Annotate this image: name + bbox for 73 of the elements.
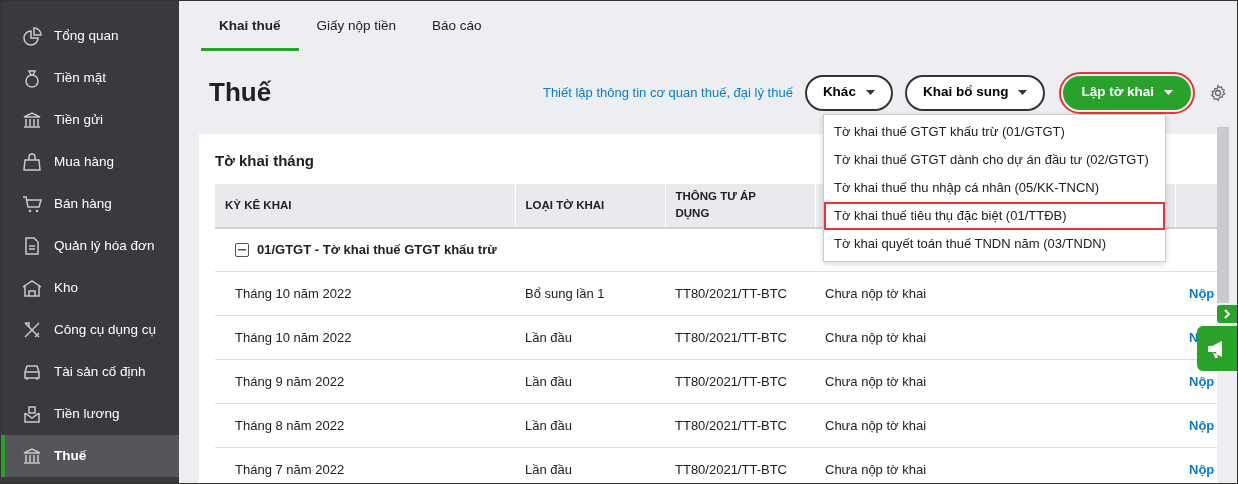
caret-icon [1164, 90, 1173, 95]
scrollbar[interactable] [1217, 127, 1229, 303]
cart-icon [22, 194, 42, 214]
submit-link[interactable]: Nộp [1189, 417, 1215, 433]
submit-link[interactable]: Nộp [1189, 285, 1215, 301]
submit-link[interactable]: Nộp [1189, 461, 1215, 477]
sidebar-item[interactable]: Tiền lương [1, 393, 179, 435]
table-cell: TT80/2021/TT-BTC [665, 315, 815, 360]
chart-icon [22, 26, 42, 46]
feedback-button[interactable] [1197, 326, 1237, 371]
money-bag-icon [22, 68, 42, 88]
group-label: 01/GTGT - Tờ khai thuế GTGT khấu trừ [257, 241, 497, 259]
card-title: Tờ khai tháng [215, 151, 314, 171]
dropdown-button[interactable]: Khác [804, 74, 893, 111]
menu-item[interactable]: Tờ khai quyết toán thuế TNDN năm (03/TNDN) [824, 230, 1165, 258]
sidebar-item[interactable]: Mua hàng [1, 141, 179, 183]
table-cell: Chưa nộp tờ khai [815, 271, 1015, 316]
settings-link[interactable]: Thiết lập thông tin cơ quan thuế, đại lý thuế [542, 82, 793, 103]
page-title: Thuế [209, 76, 272, 109]
bank-icon [22, 446, 42, 466]
table-cell: Tháng 10 năm 2022 [215, 271, 515, 316]
menu-item[interactable]: Tờ khai thuế GTGT khấu trừ (01/GTGT) [824, 118, 1165, 146]
sidebar-item[interactable]: Quản lý hóa đơn [1, 225, 179, 267]
table-cell: Tháng 10 năm 2022 [215, 315, 515, 360]
sidebar-item[interactable]: Kho [1, 267, 179, 309]
table-cell: Tháng 9 năm 2022 [215, 359, 515, 404]
menu-item[interactable]: Tờ khai thuế tiêu thụ đặc biệt (01/TTĐB) [824, 202, 1165, 230]
table-cell: Chưa nộp tờ khai [815, 403, 1015, 448]
table-cell: Tháng 7 năm 2022 [215, 447, 515, 483]
table-cell: Lần đầu [515, 447, 665, 483]
submit-link[interactable]: Nộp [1189, 373, 1215, 389]
table-cell: TT80/2021/TT-BTC [665, 447, 815, 483]
table-cell: TT80/2021/TT-BTC [665, 359, 815, 404]
sidebar-item[interactable]: Tài sản cố định [1, 351, 179, 393]
expand-tab[interactable] [1217, 305, 1237, 323]
table-cell: Lần đầu [515, 403, 665, 448]
column-header: KỲ KÊ KHAI [215, 184, 515, 228]
tab[interactable]: Báo cáo [414, 1, 500, 51]
table-cell: Tháng 8 năm 2022 [215, 403, 515, 448]
tab[interactable]: Giấy nộp tiền [298, 1, 415, 51]
caret-icon [865, 90, 875, 95]
column-header: LOẠI TỜ KHAI [515, 184, 665, 228]
table-cell: Chưa nộp tờ khai [815, 447, 1015, 483]
sidebar-item[interactable]: Bán hàng [1, 183, 179, 225]
document-icon [22, 236, 42, 256]
payroll-icon [22, 404, 42, 424]
car-icon [22, 362, 42, 382]
menu-item[interactable]: Tờ khai thuế thu nhập cá nhân (05/KK-TNCN) [824, 174, 1165, 202]
tools-icon [22, 320, 42, 340]
table-cell: TT80/2021/TT-BTC [665, 271, 815, 316]
table-cell: Bổ sung lần 1 [515, 271, 665, 316]
table-cell: Chưa nộp tờ khai [815, 315, 1015, 360]
sidebar-item[interactable]: Thuế [1, 435, 179, 477]
column-header: THÔNG TƯ ÁP DỤNG [665, 184, 815, 228]
sidebar-item[interactable]: Tiền gửi [1, 99, 179, 141]
bank-icon [22, 110, 42, 130]
dropdown-button[interactable]: Khai bổ sung [904, 74, 1046, 111]
collapse-toggle[interactable] [235, 242, 249, 257]
tab[interactable]: Khai thuế [201, 1, 299, 51]
sidebar-item[interactable]: Tiền mặt [1, 57, 179, 99]
table-cell: Lần đầu [515, 359, 665, 404]
shopping-bag-icon [22, 152, 42, 172]
chevron-icon [1223, 309, 1231, 319]
sidebar-item[interactable]: Tổng quan [1, 15, 179, 57]
table-cell: Chưa nộp tờ khai [815, 359, 1015, 404]
table-cell: Lần đầu [515, 315, 665, 360]
sidebar-item[interactable]: Công cụ dụng cụ [1, 309, 179, 351]
table-cell: TT80/2021/TT-BTC [665, 403, 815, 448]
menu-item[interactable]: Tờ khai thuế GTGT dành cho dự án đầu tư (02/GTGT) [824, 146, 1165, 174]
warehouse-icon [22, 278, 42, 298]
settings-icon[interactable] [1209, 83, 1227, 102]
minus-icon [238, 248, 246, 251]
caret-icon [1018, 90, 1028, 95]
